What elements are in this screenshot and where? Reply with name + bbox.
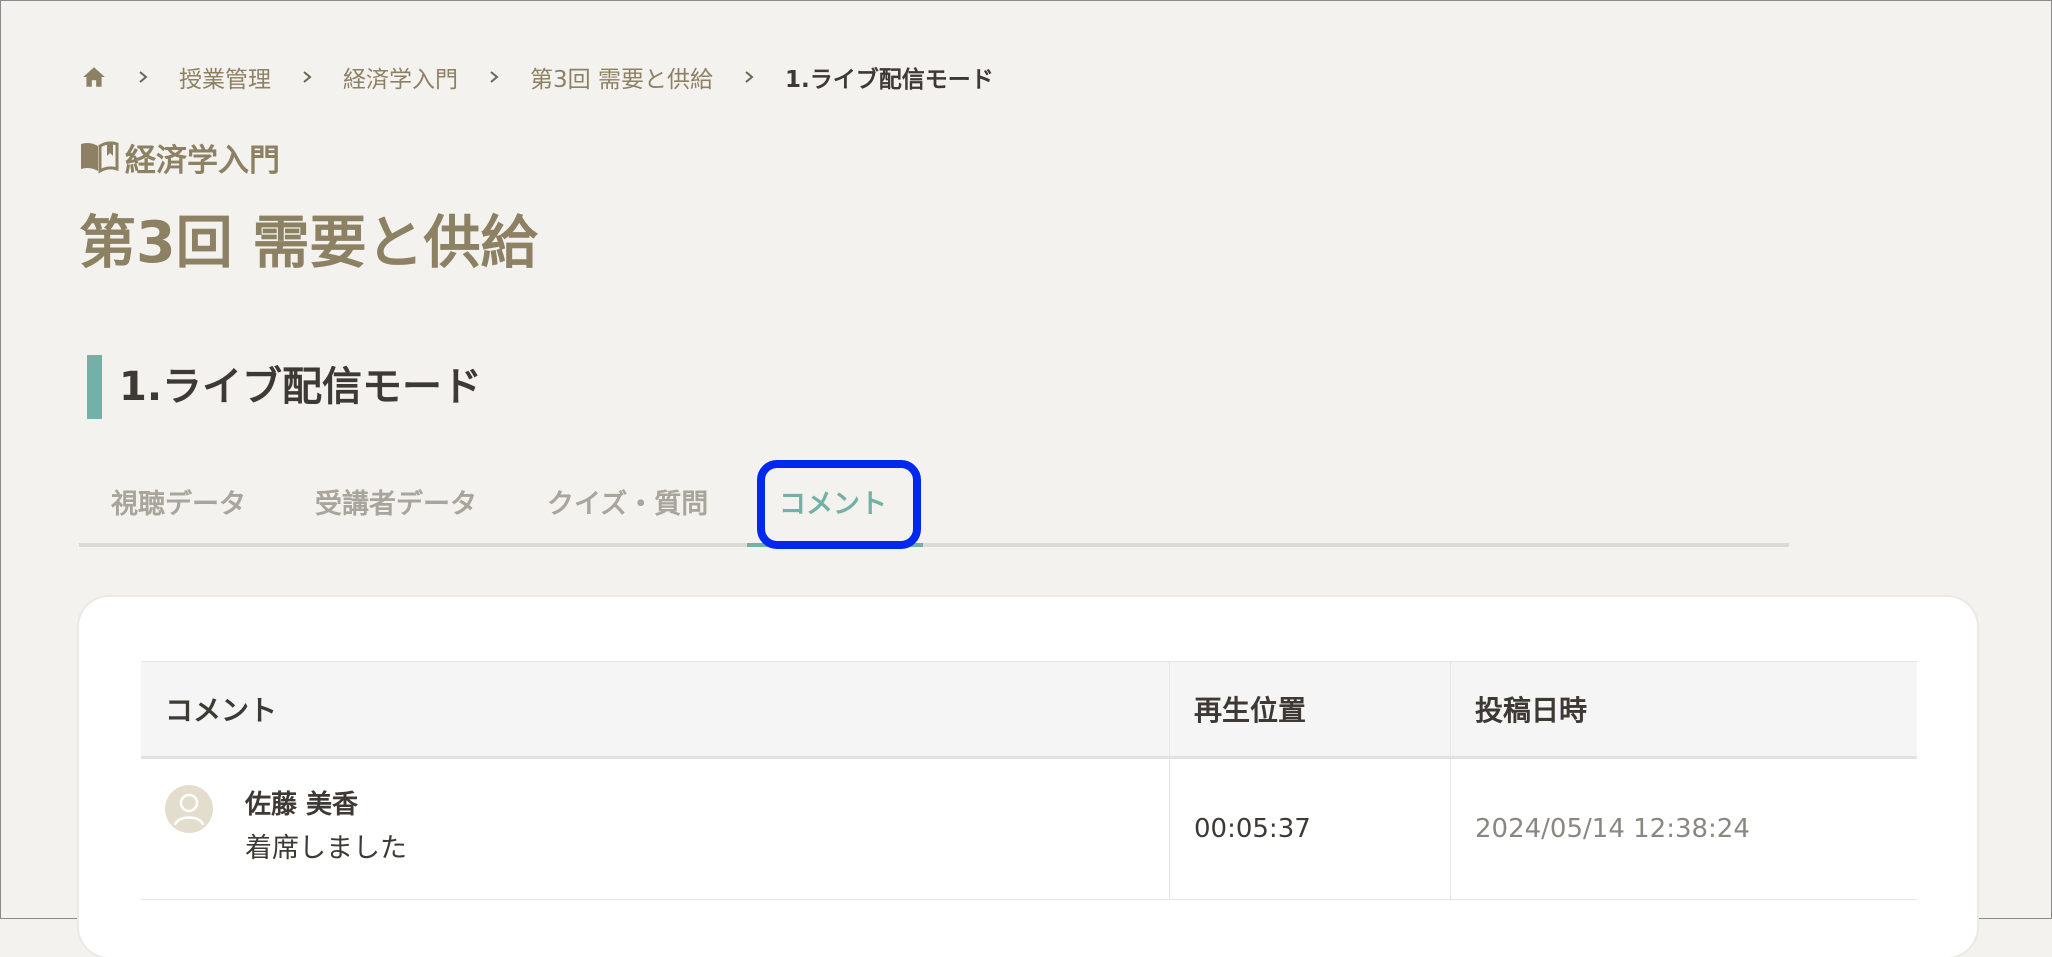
table-header-row: コメント 再生位置 投稿日時 (141, 661, 1917, 759)
tab-bar: 視聴データ 受講者データ クイズ・質問 コメント (79, 475, 1789, 547)
playback-position: 00:05:37 (1169, 757, 1451, 900)
breadcrumb: 授業管理 経済学入門 第3回 需要と供給 1.ライブ配信モード (81, 59, 994, 95)
course-name: 経済学入門 (125, 142, 280, 179)
chevron-right-icon (739, 67, 759, 87)
course-label: 経済学入門 (79, 137, 280, 179)
comment-cell: 佐藤 美香 着席しました (141, 757, 1170, 900)
chevron-right-icon (297, 67, 317, 87)
comments-card: コメント 再生位置 投稿日時 佐藤 美香 着席しました 00:05:37 202… (79, 597, 1977, 957)
comment-text: 着席しました (245, 833, 407, 864)
breadcrumb-item-course[interactable]: 経済学入門 (343, 60, 458, 94)
page-title: 第3回 需要と供給 (79, 210, 538, 276)
book-icon (79, 140, 119, 174)
chevron-right-icon (133, 67, 153, 87)
section-accent-bar (87, 355, 102, 419)
breadcrumb-item-lessons[interactable]: 授業管理 (179, 60, 271, 94)
section-title: 1.ライブ配信モード (119, 364, 483, 410)
column-header-comment: コメント (141, 661, 1170, 759)
breadcrumb-item-current: 1.ライブ配信モード (784, 67, 994, 93)
tab-viewing-data[interactable]: 視聴データ (111, 485, 246, 525)
posted-at: 2024/05/14 12:38:24 (1450, 757, 1917, 900)
tab-student-data[interactable]: 受講者データ (315, 485, 477, 525)
column-header-posted-at: 投稿日時 (1450, 661, 1917, 759)
comment-author: 佐藤 美香 (245, 790, 359, 820)
column-header-position: 再生位置 (1169, 661, 1451, 759)
tab-quiz-questions[interactable]: クイズ・質問 (547, 485, 708, 525)
tab-comments[interactable]: コメント (779, 485, 887, 525)
chevron-right-icon (484, 67, 504, 87)
active-tab-indicator (747, 543, 923, 547)
avatar (165, 785, 213, 833)
table-row: 佐藤 美香 着席しました 00:05:37 2024/05/14 12:38:2… (141, 757, 1917, 900)
breadcrumb-item-session[interactable]: 第3回 需要と供給 (530, 60, 713, 94)
home-icon[interactable] (81, 64, 107, 90)
comments-table: コメント 再生位置 投稿日時 佐藤 美香 着席しました 00:05:37 202… (141, 661, 1917, 900)
